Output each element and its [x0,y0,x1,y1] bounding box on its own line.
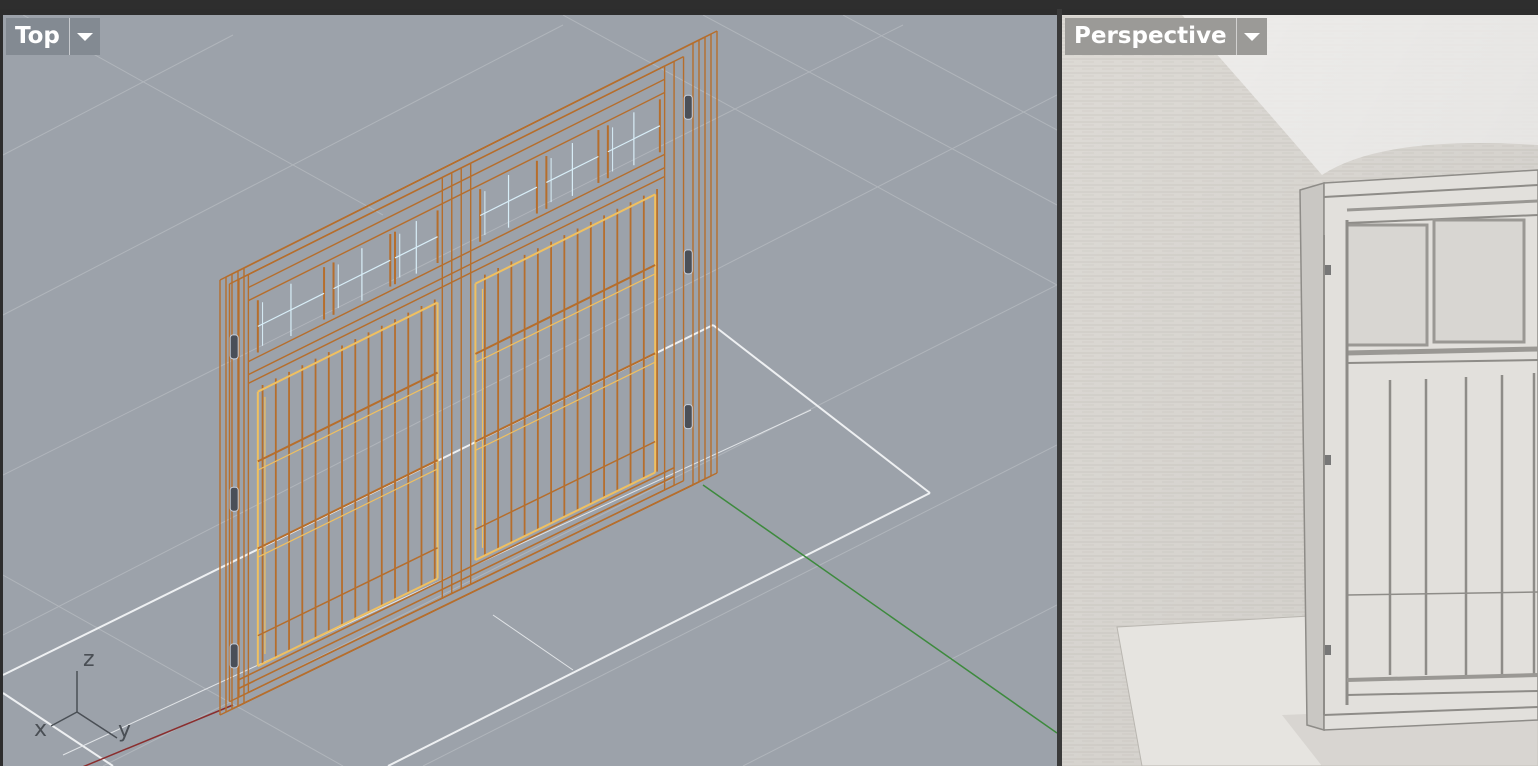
door-wireframe-model[interactable] [219,30,718,716]
top-bar [0,0,1538,9]
wireframe-edge [248,65,665,276]
axis-widget: z x y [34,647,131,743]
hinge-icon [683,404,693,430]
wireframe-edge [238,475,675,690]
perspective-viewport-name[interactable]: Perspective [1065,18,1236,55]
wireframe-edge [257,459,439,550]
perspective-viewport[interactable]: Perspective [1062,15,1538,766]
wireframe-edge [257,301,439,393]
wireframe-edge [248,175,665,384]
wireframe-edge [474,264,656,355]
hinge-icon [683,249,693,275]
door-rendered[interactable] [1299,169,1538,732]
perspective-viewport-menu-button[interactable] [1235,18,1267,55]
hinge-icon [683,94,693,120]
wireframe-edge [238,466,675,681]
wireframe-edge [475,361,656,451]
hinge-icon [229,334,239,360]
chevron-down-icon [76,32,93,41]
axis-y-label: y [118,718,131,743]
hinge-icon [229,486,239,512]
wireframe-edge [257,468,438,558]
perspective-viewport-canvas[interactable] [1062,15,1538,766]
wireframe-edge [248,489,665,694]
wireframe-edge [475,273,656,364]
perspective-viewport-title: Perspective [1065,18,1267,55]
wireframe-edge [248,78,665,289]
axis-z-label: z [83,647,95,672]
wireframe-edge [474,352,656,443]
wireframe-edge [474,193,656,285]
construction-grid [3,15,1057,766]
top-viewport-menu-button[interactable] [68,18,100,55]
major-grid [3,324,931,766]
wireframe-edge [248,91,665,302]
wireframe-edge [257,371,439,463]
chevron-down-icon [1243,32,1260,41]
hinge-icon [229,643,239,669]
top-viewport-title: Top [6,18,100,55]
wireframe-edge [248,166,665,376]
top-viewport-canvas[interactable]: z x y [3,15,1057,766]
x-axis-line [82,704,234,766]
wireframe-edge [248,153,665,363]
top-viewport[interactable]: z x y Top [3,15,1057,766]
top-viewport-name[interactable]: Top [6,18,69,55]
axis-x-label: x [34,717,47,742]
